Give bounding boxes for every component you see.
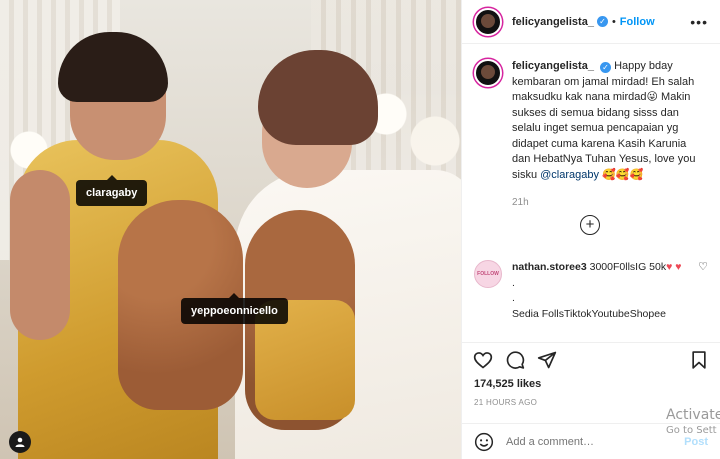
comment-item: FOLLOW nathan.storee3 3000F0llsIG 50k♥ ♥… (474, 260, 708, 322)
arm (10, 170, 70, 340)
user-tag-yeppoeonnicello[interactable]: yeppoeonnicello (181, 293, 288, 324)
watermark-line: Activate (666, 407, 720, 423)
comment-bubble-icon[interactable] (504, 349, 526, 371)
watermark-line: Go to Sett (666, 425, 717, 436)
verified-badge-icon: ✓ (596, 16, 608, 27)
commenter-avatar[interactable]: FOLLOW (474, 260, 502, 288)
user-tag-claragaby[interactable]: claragaby (76, 175, 148, 206)
header-username[interactable]: felicyangelista_ (512, 16, 594, 28)
post-header: felicyangelista_ ✓ • Follow ••• (462, 0, 720, 44)
post-timestamp[interactable]: 21 HOURS AGO (474, 398, 537, 407)
caption-username[interactable]: felicyangelista_ (512, 60, 594, 72)
user-tag-icon[interactable] (9, 431, 31, 453)
caption-timestamp[interactable]: 21h (512, 195, 707, 211)
post-side-panel: felicyangelista_ ✓ • Follow ••• felicyan… (461, 0, 720, 459)
caption-text: Happy bday kembaran om jamal mirdad! Eh … (512, 60, 696, 181)
caption: felicyangelista_ ✓ Happy bday kembaran o… (474, 59, 708, 211)
comment-line: Sedia FollsTiktokYoutubeShopee (512, 307, 666, 320)
bookmark-icon[interactable] (688, 349, 710, 371)
caption-mention[interactable]: @claragaby (540, 169, 599, 181)
post-comment-button[interactable]: Post (684, 436, 708, 448)
smiley-icon[interactable] (474, 432, 494, 452)
heart-outline-icon[interactable] (472, 349, 494, 371)
comment-like-icon[interactable]: ♡ (698, 260, 708, 322)
verified-badge-icon: ✓ (600, 62, 611, 73)
follow-button[interactable]: Follow (620, 16, 655, 28)
red-heart-icon: ♥ (675, 261, 682, 273)
post-photo[interactable]: claragaby yeppoeonnicello (0, 0, 461, 459)
load-more-comments-button[interactable]: + (580, 215, 600, 235)
comment-line: . (512, 292, 515, 304)
comments-section[interactable]: felicyangelista_ ✓ Happy bday kembaran o… (462, 45, 720, 340)
red-heart-icon: ♥ (666, 261, 673, 273)
comment-text: 3000F0llsIG 50k (589, 261, 667, 273)
caption-emojis: 🥰🥰🥰 (602, 168, 644, 181)
header-separator: • (611, 15, 616, 28)
windows-activation-watermark: Activate Go to Sett (666, 407, 720, 436)
add-comment-input[interactable] (506, 435, 656, 448)
profile-avatar[interactable] (474, 7, 502, 36)
commenter-username[interactable]: nathan.storee3 (512, 261, 587, 273)
comment-line: . (512, 276, 515, 289)
likes-count[interactable]: 174,525 likes (474, 378, 541, 390)
action-bar (462, 342, 720, 376)
caption-avatar[interactable] (474, 59, 502, 87)
more-options-icon[interactable]: ••• (690, 14, 708, 30)
paper-plane-icon[interactable] (536, 349, 558, 371)
